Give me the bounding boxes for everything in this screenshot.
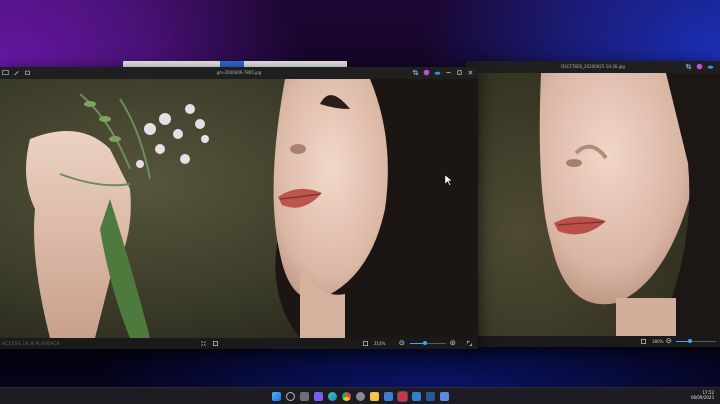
chrome-icon[interactable] [341,391,351,401]
taskbar-icons [271,391,449,401]
palette-icon[interactable] [696,63,703,70]
clock-date: 06/09/2023 [690,395,714,400]
zoom-out-icon[interactable] [399,340,406,347]
close-icon[interactable] [467,69,474,76]
photos-icon[interactable] [397,391,407,401]
photo-viewer-window-right[interactable]: DSCF7826_20200925-10-26.jpg 180% [466,61,720,347]
photo-viewer-window-left[interactable]: gm-2000609-7865.jpg ACCESS 16:9 PLAYBACK… [0,67,478,349]
portrait-photo-with-flowers [0,79,478,338]
zoom-slider[interactable] [410,341,446,345]
fit-to-window-icon[interactable] [640,338,647,345]
taskbar: 17:52 06/09/2023 [0,387,720,404]
zoom-level: 214% [374,341,386,346]
settings-icon[interactable] [355,391,365,401]
zoom-level: 180% [652,339,664,344]
store-icon[interactable] [383,391,393,401]
crop-icon[interactable] [412,69,419,76]
system-tray-clock[interactable]: 17:52 06/09/2023 [691,390,714,400]
title-bar[interactable]: gm-2000609-7865.jpg [0,67,478,79]
compare-icon[interactable] [200,340,207,347]
zoom-slider[interactable] [676,339,716,343]
status-bar: ACCESS 16:9 PLAYBACK 214% [0,338,478,349]
search-icon[interactable] [285,391,295,401]
zoom-in-icon[interactable] [450,340,457,347]
portrait-photo-closeup [466,73,720,336]
fit-to-window-icon[interactable] [362,340,369,347]
minimize-icon[interactable] [445,69,452,76]
actual-size-icon[interactable] [212,340,219,347]
fullscreen-icon[interactable] [466,340,473,347]
status-text: ACCESS 16:9 PLAYBACK [2,341,60,346]
task-view-icon[interactable] [299,391,309,401]
window-title: DSCF7826_20200925-10-26.jpg [561,64,625,69]
palette-icon[interactable] [423,69,430,76]
photo-canvas[interactable] [0,79,478,338]
window-title: gm-2000609-7865.jpg [216,70,262,75]
file-explorer-icon[interactable] [369,391,379,401]
photo-canvas[interactable] [466,73,720,336]
crop-icon[interactable] [685,63,692,70]
onedrive-icon[interactable] [707,63,714,70]
word-icon[interactable] [425,391,435,401]
zoom-out-icon[interactable] [666,338,673,345]
app-icon[interactable] [439,391,449,401]
title-bar[interactable]: DSCF7826_20200925-10-26.jpg [466,61,720,73]
edge-icon[interactable] [327,391,337,401]
maximize-icon[interactable] [456,69,463,76]
onedrive-icon[interactable] [434,69,441,76]
chat-icon[interactable] [313,391,323,401]
status-bar: 180% [466,336,720,347]
photos-icon-2[interactable] [411,391,421,401]
start-icon[interactable] [271,391,281,401]
